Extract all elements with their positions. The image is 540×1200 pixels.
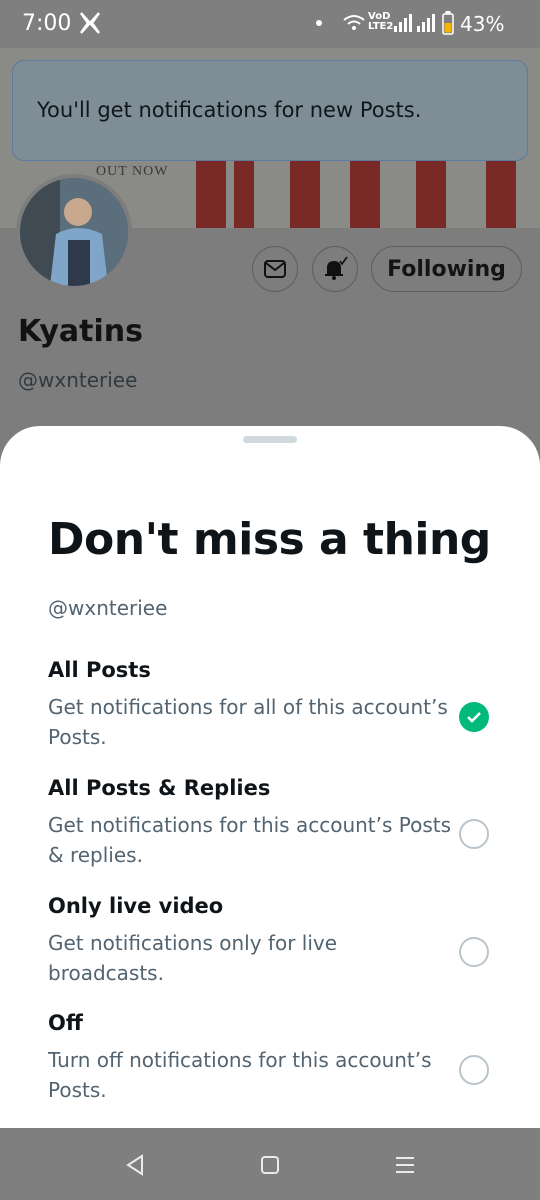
checkmark-icon (467, 712, 481, 723)
following-button[interactable]: Following (371, 246, 522, 292)
notification-settings-sheet: Don't miss a thing @wxnteriee All Posts … (0, 426, 540, 1128)
system-nav-bar (0, 1128, 540, 1200)
notification-bell-icon (325, 256, 348, 280)
option-description: Get notifications for all of this accoun… (48, 695, 448, 749)
option-all-posts-replies[interactable]: All Posts & Replies Get notifications fo… (48, 776, 508, 870)
home-icon (261, 1156, 279, 1174)
banner-text: OUT NOW (96, 164, 169, 179)
option-only-live-video[interactable]: Only live video Get notifications only f… (48, 894, 508, 988)
option-all-posts-radio[interactable] (459, 702, 489, 732)
option-label: Only live video (48, 894, 224, 918)
battery-icon (442, 11, 454, 35)
sheet-handle: @wxnteriee (48, 596, 168, 620)
avatar-image (20, 178, 128, 286)
option-label: All Posts (48, 658, 151, 682)
signal-icon (394, 14, 435, 32)
home-button[interactable] (257, 1152, 283, 1178)
back-button[interactable] (122, 1152, 148, 1178)
profile-name: Kyatins (18, 314, 143, 349)
avatar[interactable] (16, 174, 132, 290)
option-description: Turn off notifications for this account’… (48, 1048, 432, 1102)
option-all-posts[interactable]: All Posts Get notifications for all of t… (48, 658, 508, 752)
message-icon (264, 260, 286, 278)
notifications-button[interactable] (312, 246, 358, 292)
option-all-posts-replies-radio[interactable] (459, 819, 489, 849)
sheet-title: Don't miss a thing (48, 514, 491, 565)
back-icon (126, 1154, 143, 1176)
recents-icon (396, 1157, 414, 1173)
status-bar: 7:00 VoD LTE2 43% (0, 0, 540, 48)
profile-handle: @wxnteriee (18, 368, 138, 392)
status-time: 7:00 (22, 11, 72, 36)
option-description: Get notifications only for live broadcas… (48, 931, 338, 985)
x-logo-icon (80, 12, 100, 34)
option-label: Off (48, 1011, 83, 1035)
toast-message: You'll get notifications for new Posts. (37, 98, 422, 122)
network-type-label: VoD LTE2 (368, 11, 394, 32)
dot-icon (316, 20, 322, 26)
option-only-live-video-radio[interactable] (459, 937, 489, 967)
option-off[interactable]: Off Turn off notifications for this acco… (48, 1011, 508, 1105)
battery-percent: 43% (460, 12, 505, 36)
notification-toast: You'll get notifications for new Posts. (12, 60, 528, 161)
sheet-drag-handle[interactable] (243, 436, 297, 443)
option-label: All Posts & Replies (48, 776, 271, 800)
option-off-radio[interactable] (459, 1055, 489, 1085)
option-description: Get notifications for this account’s Pos… (48, 813, 452, 867)
recents-button[interactable] (392, 1152, 418, 1178)
message-button[interactable] (252, 246, 298, 292)
wifi-icon (343, 15, 365, 30)
